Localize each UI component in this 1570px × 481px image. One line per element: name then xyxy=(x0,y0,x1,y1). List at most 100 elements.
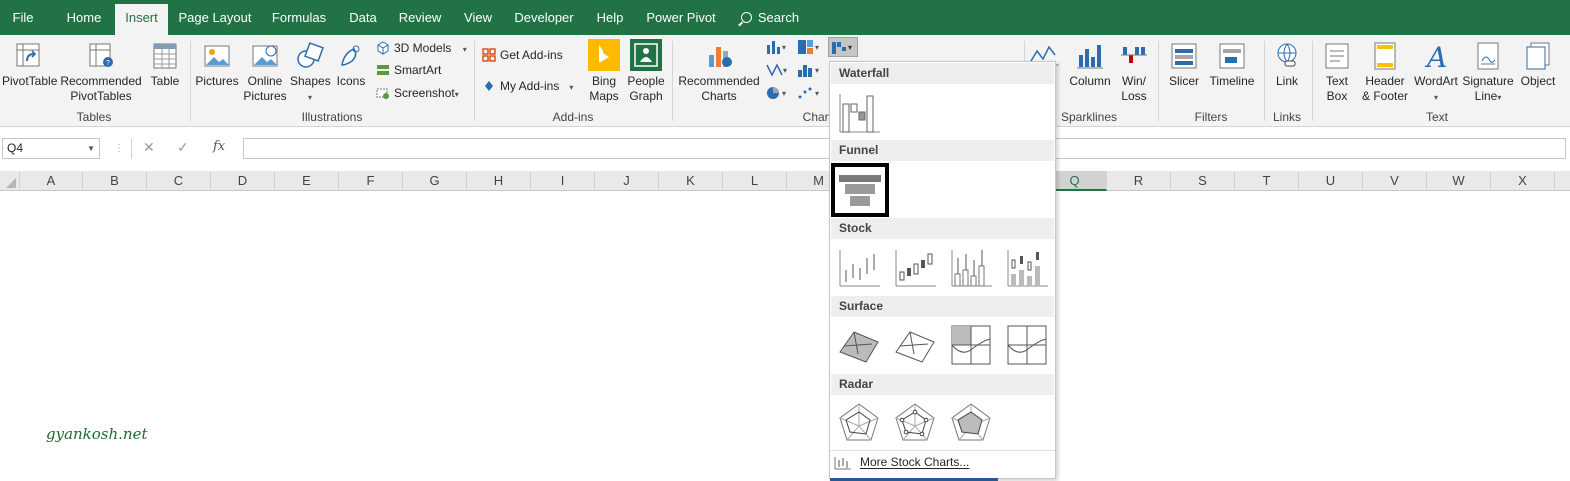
my-add-ins-button[interactable]: My Add-ins ▾ xyxy=(482,77,573,95)
svg-text:▾: ▾ xyxy=(815,43,819,52)
column-headers: A B C D E F G H I J K L M N O P Q R S T … xyxy=(0,171,1570,191)
column-header-d[interactable]: D xyxy=(211,171,275,191)
column-sparkline-button[interactable]: Column xyxy=(1064,41,1116,89)
column-header-r[interactable]: R xyxy=(1107,171,1171,191)
column-header-f[interactable]: F xyxy=(339,171,403,191)
smartart-button[interactable]: SmartArt xyxy=(376,61,441,79)
tab-developer[interactable]: Developer xyxy=(508,0,580,35)
more-stock-charts-link[interactable]: More Stock Charts... xyxy=(834,455,969,470)
column-header-h[interactable]: H xyxy=(467,171,531,191)
tab-power-pivot[interactable]: Power Pivot xyxy=(640,0,722,35)
screenshot-button[interactable]: Screenshot▾ xyxy=(376,84,459,102)
text-box-button[interactable]: Text Box xyxy=(1316,41,1358,104)
select-all-corner[interactable] xyxy=(0,171,20,191)
pictures-label: Pictures xyxy=(195,74,239,88)
winloss-sparkline-button[interactable]: Win/ Loss xyxy=(1116,41,1152,104)
3d-models-dropdown-icon: ▾ xyxy=(462,45,467,54)
tell-me-search[interactable]: Search xyxy=(734,0,806,35)
radar-with-markers-icon[interactable] xyxy=(892,400,938,446)
charts-group-label: Charts xyxy=(802,110,838,124)
header-footer-button[interactable]: Header & Footer xyxy=(1358,41,1412,104)
wireframe-3d-surface-icon[interactable] xyxy=(892,322,938,368)
column-chart-icon[interactable]: ▾ xyxy=(766,39,790,55)
contour-icon[interactable] xyxy=(948,322,994,368)
cancel-icon[interactable]: ✕ xyxy=(143,139,155,156)
shapes-label: Shapes xyxy=(290,74,331,88)
funnel-chart-option[interactable] xyxy=(831,163,889,217)
column-header-k[interactable]: K xyxy=(659,171,723,191)
column-header-e[interactable]: E xyxy=(275,171,339,191)
table-button[interactable]: Table xyxy=(146,41,184,89)
recommended-charts-button[interactable]: Recommended Charts xyxy=(676,41,762,104)
column-header-b[interactable]: B xyxy=(83,171,147,191)
column-header-t[interactable]: T xyxy=(1235,171,1299,191)
waterfall-chart-icon[interactable] xyxy=(836,90,882,136)
volume-high-low-close-stock-icon[interactable] xyxy=(948,244,994,290)
column-header-v[interactable]: V xyxy=(1363,171,1427,191)
bing-maps-button[interactable]: Bing Maps xyxy=(586,39,622,104)
tab-data[interactable]: Data xyxy=(341,0,385,35)
text-box-icon xyxy=(1325,43,1349,69)
name-box[interactable]: Q4 ▼ xyxy=(2,138,100,159)
volume-open-high-low-close-stock-icon[interactable] xyxy=(1004,244,1050,290)
people-graph-button[interactable]: People Graph xyxy=(626,39,666,104)
text-box-label-2: Box xyxy=(1326,89,1348,103)
svg-text:A: A xyxy=(1424,41,1447,71)
column-header-l[interactable]: L xyxy=(723,171,787,191)
recommended-pivottables-button[interactable]: ? Recommended PivotTables xyxy=(60,41,142,104)
column-header-a[interactable]: A xyxy=(20,171,83,191)
tab-insert[interactable]: Insert xyxy=(115,4,168,35)
pie-chart-icon[interactable]: ▾ xyxy=(766,85,790,101)
scatter-chart-icon[interactable]: ▾ xyxy=(797,85,823,101)
online-pictures-button[interactable]: Online Pictures xyxy=(242,41,288,104)
wordart-button[interactable]: A WordArt ▾ xyxy=(1412,41,1460,105)
slicer-button[interactable]: Slicer xyxy=(1162,41,1206,89)
open-high-low-close-stock-icon[interactable] xyxy=(892,244,938,290)
column-header-j[interactable]: J xyxy=(595,171,659,191)
link-icon xyxy=(1277,43,1297,67)
3d-models-button[interactable]: 3D Models ▾ xyxy=(376,39,467,57)
wireframe-contour-icon[interactable] xyxy=(1004,322,1050,368)
tab-formulas[interactable]: Formulas xyxy=(265,0,333,35)
waterfall-chart-dropdown-button[interactable]: ▾ xyxy=(828,37,858,57)
column-header-g[interactable]: G xyxy=(403,171,467,191)
icons-button[interactable]: Icons xyxy=(332,41,370,89)
tab-view[interactable]: View xyxy=(456,0,500,35)
recommended-charts-label-1: Recommended xyxy=(678,74,760,88)
tab-review[interactable]: Review xyxy=(393,0,447,35)
tab-file[interactable]: File xyxy=(2,0,44,35)
column-header-s[interactable]: S xyxy=(1171,171,1235,191)
get-add-ins-button[interactable]: Get Add-ins xyxy=(482,46,563,64)
statistic-chart-icon[interactable]: ▾ xyxy=(797,62,823,78)
tab-help[interactable]: Help xyxy=(589,0,631,35)
link-button[interactable]: Link xyxy=(1268,41,1306,89)
check-icon[interactable]: ✓ xyxy=(177,139,189,156)
pictures-icon xyxy=(204,45,230,67)
signature-line-button[interactable]: Signature Line▾ xyxy=(1460,41,1516,105)
line-chart-icon[interactable]: ▾ xyxy=(766,62,790,78)
3d-surface-icon[interactable] xyxy=(836,322,882,368)
links-group-label: Links xyxy=(1272,110,1301,124)
pictures-button[interactable]: Pictures xyxy=(194,41,240,89)
filled-radar-icon[interactable] xyxy=(948,400,994,446)
high-low-close-stock-icon[interactable] xyxy=(836,244,882,290)
name-box-dropdown-icon[interactable]: ▼ xyxy=(87,139,95,158)
tab-page-layout[interactable]: Page Layout xyxy=(172,0,258,35)
insert-function-icon[interactable]: fx xyxy=(213,139,225,154)
svg-text:▾: ▾ xyxy=(782,43,786,52)
column-header-c[interactable]: C xyxy=(147,171,211,191)
column-header-u[interactable]: U xyxy=(1299,171,1363,191)
group-divider xyxy=(1312,41,1313,121)
column-header-i[interactable]: I xyxy=(531,171,595,191)
radar-icon[interactable] xyxy=(836,400,882,446)
illustrations-group-label: Illustrations xyxy=(301,110,363,124)
column-header-w[interactable]: W xyxy=(1427,171,1491,191)
get-add-ins-label: Get Add-ins xyxy=(500,48,563,62)
hierarchy-chart-icon[interactable]: ▾ xyxy=(797,39,823,55)
timeline-button[interactable]: Timeline xyxy=(1206,41,1258,89)
object-button[interactable]: Object xyxy=(1516,41,1560,89)
tab-home[interactable]: Home xyxy=(56,0,112,35)
pivottable-button[interactable]: PivotTable xyxy=(2,41,57,89)
column-header-x[interactable]: X xyxy=(1491,171,1555,191)
shapes-button[interactable]: Shapes ▾ xyxy=(290,41,331,105)
